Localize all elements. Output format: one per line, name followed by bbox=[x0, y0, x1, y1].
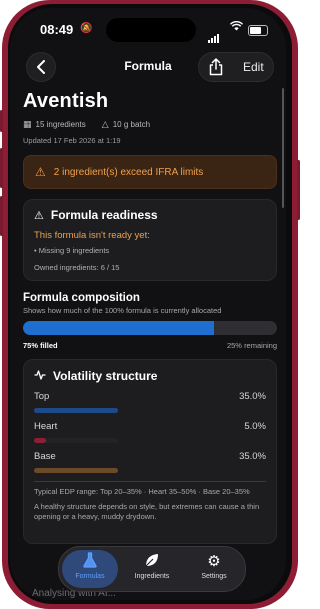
volatility-row-top: Top 35.0% bbox=[34, 391, 266, 413]
volatility-row-value: 35.0% bbox=[239, 451, 266, 462]
tab-ingredients[interactable]: Ingredients bbox=[121, 547, 183, 591]
volatility-bar-fill bbox=[34, 438, 46, 443]
volatility-bar-fill bbox=[34, 408, 118, 413]
screen: 08:49 🔕 Formula Edit Aventish ▦ 15 ingre… bbox=[10, 8, 286, 600]
volatility-bar-fill bbox=[34, 468, 118, 473]
warning-icon: ⚠ bbox=[35, 165, 46, 179]
pulse-icon bbox=[34, 369, 46, 383]
power-button bbox=[297, 160, 300, 220]
formula-meta: ▦ 15 ingredients △ 10 g batch bbox=[23, 119, 277, 130]
alert-triangle-icon: ⚠ bbox=[34, 209, 44, 222]
volatility-card: Volatility structure Top 35.0% Heart 5.0% Ba… bbox=[23, 359, 277, 544]
readiness-card: ⚠ Formula readiness This formula isn't r… bbox=[23, 199, 277, 281]
side-button bbox=[0, 110, 3, 132]
volatility-bar-track bbox=[34, 438, 118, 443]
volatility-row-value: 5.0% bbox=[244, 421, 266, 432]
tab-formulas[interactable]: Formulas bbox=[59, 547, 121, 591]
status-time: 08:49 bbox=[40, 22, 74, 37]
volatility-title: Volatility structure bbox=[53, 369, 158, 383]
readiness-owned: Owned ingredients: 6 / 15 bbox=[34, 263, 120, 272]
volatility-row-label: Base bbox=[34, 451, 56, 462]
formula-content: Aventish ▦ 15 ingredients △ 10 g batch U… bbox=[23, 90, 277, 544]
tab-bar: Formulas Ingredients ⚙ Settings bbox=[58, 546, 246, 592]
readiness-missing: • Missing 9 ingredients bbox=[34, 246, 110, 255]
volatility-row-base: Base 35.0% bbox=[34, 451, 266, 473]
volatility-advice-note: A healthy structure depends on style, bu… bbox=[34, 502, 260, 521]
gear-icon: ⚙ bbox=[207, 553, 221, 570]
tab-ingredients-label: Ingredients bbox=[134, 573, 170, 580]
volume-down-button bbox=[0, 196, 3, 236]
share-icon[interactable] bbox=[208, 58, 224, 76]
formula-name: Aventish bbox=[23, 90, 109, 112]
tab-settings[interactable]: ⚙ Settings bbox=[183, 547, 245, 591]
remaining-label: 25% remaining bbox=[226, 341, 277, 350]
scrollbar[interactable] bbox=[282, 88, 284, 208]
composition-title: Formula composition bbox=[23, 292, 140, 304]
nav-actions: Edit bbox=[198, 52, 274, 82]
updated-date: Updated 17 Feb 2026 at 1:19 bbox=[23, 136, 121, 145]
volatility-row-heart: Heart 5.0% bbox=[34, 421, 266, 443]
batch-size: 10 g batch bbox=[112, 120, 151, 129]
volatility-bar-track bbox=[34, 468, 118, 473]
volatility-row-label: Heart bbox=[34, 421, 58, 432]
edit-button[interactable]: Edit bbox=[243, 60, 264, 74]
tab-formulas-label: Formulas bbox=[75, 573, 105, 580]
ingredients-count: 15 ingredients bbox=[35, 120, 86, 129]
composition-progress-fill bbox=[23, 321, 214, 335]
readiness-status: This formula isn't ready yet: bbox=[34, 230, 150, 241]
volatility-row-value: 35.0% bbox=[239, 391, 266, 402]
battery-icon bbox=[248, 25, 268, 36]
dynamic-island bbox=[106, 18, 196, 42]
weight-icon: △ bbox=[101, 119, 109, 129]
volatility-row-label: Top bbox=[34, 391, 50, 402]
ifra-warning-text: 2 ingredient(s) exceed IFRA limits bbox=[53, 166, 204, 178]
volatility-range-note: Typical EDP range: Top 20–35% · Heart 35… bbox=[34, 487, 250, 496]
leaf-icon bbox=[121, 552, 183, 572]
nav-bar: Formula Edit bbox=[10, 50, 286, 84]
volatility-bar-track bbox=[34, 408, 118, 413]
volume-up-button bbox=[0, 148, 3, 188]
readiness-title: Formula readiness bbox=[50, 208, 158, 222]
status-bar: 08:49 🔕 bbox=[10, 8, 286, 46]
divider bbox=[34, 481, 266, 482]
flask-icon bbox=[59, 552, 121, 572]
composition-subtitle: Shows how much of the 100% formula is cu… bbox=[23, 306, 222, 315]
grid-icon: ▦ bbox=[23, 119, 32, 129]
ifra-warning-banner[interactable]: ⚠ 2 ingredient(s) exceed IFRA limits bbox=[23, 155, 277, 189]
mute-bell-icon: 🔕 bbox=[80, 23, 93, 34]
tab-settings-label: Settings bbox=[201, 573, 227, 580]
signal-icon bbox=[208, 25, 220, 43]
filled-label: 75% filled bbox=[23, 341, 58, 350]
wifi-icon bbox=[230, 21, 243, 34]
composition-progress-bar bbox=[23, 321, 277, 335]
